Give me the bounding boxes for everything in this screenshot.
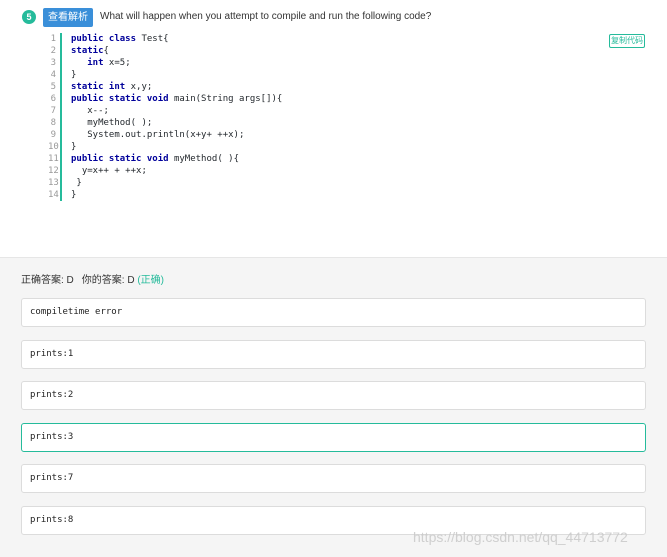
copy-code-button[interactable]: 复制代码	[609, 34, 645, 48]
code-text: x--;	[71, 106, 109, 116]
code-text: public static void myMethod( ){	[71, 154, 239, 164]
question-number-badge: 5	[22, 10, 36, 24]
view-explanation-button[interactable]: 查看解析	[43, 8, 93, 27]
correct-answer-label: 正确答案: D	[21, 275, 74, 286]
code-line: 11 public static void myMethod( ){	[48, 153, 282, 165]
option-e[interactable]: prints:7	[21, 464, 646, 493]
watermark: https://blog.csdn.net/qq_44713772	[413, 529, 628, 545]
code-keyword: static	[71, 46, 104, 56]
code-text: myMethod( );	[71, 118, 153, 128]
answer-status: (正确)	[137, 275, 165, 286]
code-block: 1 public class Test{2 static{3 int x=5; 4} 5…	[48, 33, 282, 201]
code-text: static int x,y;	[71, 82, 153, 92]
code-line: 10}	[48, 141, 282, 153]
line-number: 5	[48, 81, 62, 93]
code-keyword: public static void	[71, 94, 169, 104]
code-line: 4}	[48, 69, 282, 81]
code-line: 6 public static void main(String args[]){	[48, 93, 282, 105]
code-text: }	[71, 142, 77, 152]
code-line: 13 }	[48, 177, 282, 189]
code-keyword: public static void	[71, 154, 169, 164]
line-number: 7	[48, 105, 62, 117]
question-text: What will happen when you attempt to com…	[100, 11, 432, 22]
code-text: }	[71, 178, 82, 188]
code-text: static{	[71, 46, 109, 56]
line-number: 11	[48, 153, 62, 165]
code-text: public static void main(String args[]){	[71, 94, 283, 104]
question-card: 5 查看解析 What will happen when you attempt…	[0, 0, 667, 258]
code-line: 8 myMethod( );	[48, 117, 282, 129]
code-line: 12 y=x++ + ++x;	[48, 165, 282, 177]
line-number: 12	[48, 165, 62, 177]
code-line: 7 x--;	[48, 105, 282, 117]
code-line: 9 System.out.println(x+y+ ++x);	[48, 129, 282, 141]
your-answer-label: 你的答案: D	[81, 275, 135, 286]
option-c[interactable]: prints:2	[21, 381, 646, 410]
line-number: 3	[48, 57, 62, 69]
code-text: y=x++ + ++x;	[71, 166, 147, 176]
code-text: public class Test{	[71, 34, 169, 44]
code-text: }	[71, 190, 77, 200]
code-keyword: static int	[71, 82, 126, 92]
line-number: 13	[48, 177, 62, 189]
line-number: 2	[48, 45, 62, 57]
code-text: System.out.println(x+y+ ++x);	[71, 130, 245, 140]
code-line: 1 public class Test{	[48, 33, 282, 45]
line-number: 6	[48, 93, 62, 105]
option-d[interactable]: prints:3	[21, 423, 646, 452]
line-number: 4	[48, 69, 62, 81]
line-number: 9	[48, 129, 62, 141]
code-line: 3 int x=5;	[48, 57, 282, 69]
code-keyword: int	[71, 58, 104, 68]
line-number: 8	[48, 117, 62, 129]
code-line: 2 static{	[48, 45, 282, 57]
code-text: int x=5;	[71, 58, 131, 68]
code-keyword: public class	[71, 34, 137, 44]
code-line: 14}	[48, 189, 282, 201]
code-line: 5 static int x,y;	[48, 81, 282, 93]
option-b[interactable]: prints:1	[21, 340, 646, 369]
line-number: 10	[48, 141, 62, 153]
answer-summary: 正确答案: D 你的答案: D (正确)	[21, 271, 164, 286]
line-number: 1	[48, 33, 62, 45]
code-text: }	[71, 70, 77, 80]
option-a[interactable]: compiletime error	[21, 298, 646, 327]
line-number: 14	[48, 189, 62, 201]
